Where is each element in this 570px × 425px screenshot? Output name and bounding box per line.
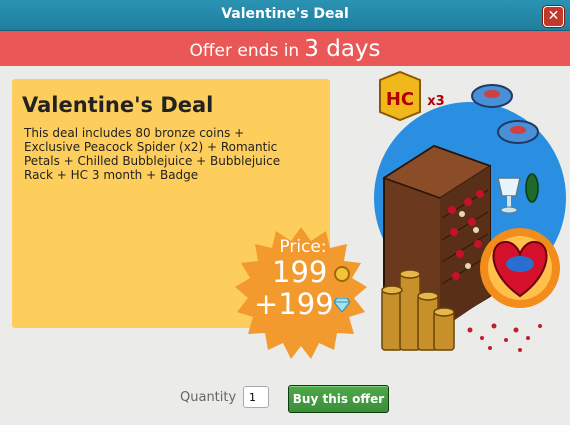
- deal-title: Valentine's Deal: [22, 93, 214, 117]
- coin-icon: [334, 266, 350, 282]
- hc-badge-text: HC: [386, 89, 414, 110]
- title-bar[interactable]: Valentine's Deal ✕: [0, 0, 570, 31]
- buy-offer-button[interactable]: Buy this offer: [288, 385, 389, 413]
- deal-description: This deal includes 80 bronze coins + Exc…: [24, 126, 281, 182]
- close-button[interactable]: ✕: [543, 6, 564, 27]
- offer-countdown: Offer ends in 3 days: [0, 36, 570, 62]
- offer-countdown-value: 3 days: [304, 36, 381, 62]
- close-icon: ✕: [547, 8, 560, 24]
- deal-window: Valentine's Deal ✕ Offer ends in 3 days …: [0, 0, 570, 425]
- offer-countdown-bar: Offer ends in 3 days: [0, 31, 570, 66]
- quantity-label: Quantity: [180, 390, 237, 405]
- quantity-input[interactable]: [243, 386, 269, 408]
- offer-countdown-prefix: Offer ends in: [189, 41, 300, 61]
- price-credits: 199: [272, 255, 328, 289]
- hc-multiplier: x3: [427, 94, 444, 109]
- price-label: Price:: [279, 237, 327, 257]
- romantic-petals-icon: [467, 323, 542, 352]
- window-title: Valentine's Deal: [221, 6, 349, 22]
- deal-illustration: HC x3: [374, 70, 566, 352]
- price-diamonds: +199: [254, 287, 334, 321]
- diamond-icon: [334, 298, 350, 312]
- heart-badge-icon: [480, 228, 560, 308]
